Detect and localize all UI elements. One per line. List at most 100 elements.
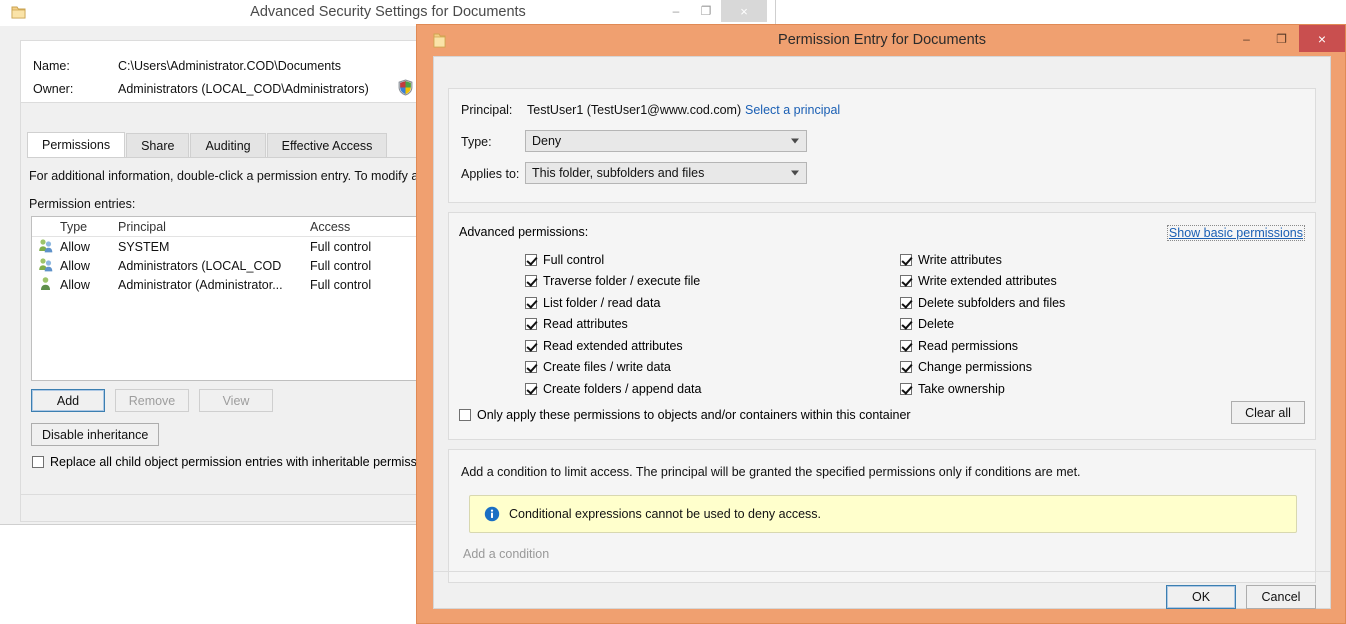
permission-label: Change permissions: [918, 360, 1032, 375]
fg-window-controls: – ❐ ×: [1229, 25, 1345, 52]
view-button: View: [199, 389, 273, 412]
cancel-button[interactable]: Cancel: [1246, 585, 1316, 609]
condition-description: Add a condition to limit access. The pri…: [461, 465, 1081, 479]
condition-warning-message: Conditional expressions cannot be used t…: [509, 507, 821, 521]
checkbox-box[interactable]: [900, 382, 912, 395]
permission-entry-window: Permission Entry for Documents – ❐ × Pri…: [416, 24, 1346, 624]
permission-read-attributes[interactable]: Read attributes: [525, 314, 701, 336]
type-label: Type:: [461, 135, 492, 149]
row-principal: Administrator (Administrator...: [118, 277, 283, 292]
conditions-section: Add a condition to limit access. The pri…: [448, 449, 1316, 583]
permission-label: Create folders / append data: [543, 381, 702, 396]
replace-checkbox-label: Replace all child object permission entr…: [50, 455, 434, 469]
bg-window-controls: – ❐ ×: [661, 0, 767, 26]
permission-traverse-folder[interactable]: Traverse folder / execute file: [525, 271, 701, 293]
permission-label: Create files / write data: [543, 360, 671, 375]
bg-title-bar[interactable]: Advanced Security Settings for Documents…: [0, 0, 775, 26]
tab-auditing[interactable]: Auditing: [190, 133, 266, 157]
fg-minimize-button[interactable]: –: [1229, 25, 1264, 52]
permission-write-extended-attributes[interactable]: Write extended attributes: [900, 271, 1065, 293]
bg-minimize-button[interactable]: –: [661, 0, 691, 22]
permission-delete[interactable]: Delete: [900, 314, 1065, 336]
permission-label: Delete: [918, 317, 955, 332]
principal-label: Principal:: [461, 103, 513, 117]
tab-share[interactable]: Share: [126, 133, 190, 157]
name-value: C:\Users\Administrator.COD\Documents: [118, 59, 341, 73]
row-principal: SYSTEM: [118, 239, 170, 254]
col-header-type: Type: [60, 219, 88, 234]
checkbox-box[interactable]: [525, 296, 537, 309]
chevron-down-icon: [791, 170, 799, 176]
principal-value: TestUser1 (TestUser1@www.cod.com): [527, 103, 742, 117]
applies-to-select-value: This folder, subfolders and files: [532, 166, 705, 180]
list-action-buttons: Add Remove View: [31, 389, 273, 412]
chevron-down-icon: [791, 138, 799, 144]
permission-read-extended-attributes[interactable]: Read extended attributes: [525, 335, 701, 357]
clear-all-button[interactable]: Clear all: [1231, 401, 1305, 424]
permission-read-permissions[interactable]: Read permissions: [900, 335, 1065, 357]
checkbox-box[interactable]: [900, 361, 912, 374]
type-select[interactable]: Deny: [525, 130, 807, 152]
permission-delete-subfolders-and-files[interactable]: Delete subfolders and files: [900, 292, 1065, 314]
checkbox-box[interactable]: [525, 361, 537, 374]
row-access: Full control: [310, 277, 372, 292]
checkbox-box[interactable]: [32, 456, 44, 468]
fg-close-button[interactable]: ×: [1299, 25, 1345, 52]
permission-label: Read permissions: [918, 338, 1019, 353]
advanced-permissions-section: Advanced permissions: Show basic permiss…: [448, 212, 1316, 440]
fg-title-bar[interactable]: Permission Entry for Documents – ❐ ×: [417, 25, 1345, 56]
permission-label: Read attributes: [543, 317, 628, 332]
checkbox-box[interactable]: [525, 339, 537, 352]
disable-inheritance-button[interactable]: Disable inheritance: [31, 423, 160, 446]
row-access: Full control: [310, 239, 372, 254]
bg-close-button[interactable]: ×: [721, 0, 767, 22]
permission-create-folders[interactable]: Create folders / append data: [525, 378, 701, 400]
checkbox-box[interactable]: [900, 275, 912, 288]
tab-permissions[interactable]: Permissions: [27, 132, 126, 157]
uac-shield-icon: [397, 79, 414, 96]
hint-text-2: Permission entries:: [29, 197, 136, 211]
row-type: Allow: [60, 239, 90, 254]
permission-list-folder[interactable]: List folder / read data: [525, 292, 701, 314]
bg-maximize-button[interactable]: ❐: [691, 0, 721, 22]
checkbox-box[interactable]: [459, 409, 471, 421]
permission-label: Full control: [543, 252, 605, 267]
col-header-principal: Principal: [118, 219, 166, 234]
checkbox-box[interactable]: [900, 296, 912, 309]
applies-to-select[interactable]: This folder, subfolders and files: [525, 162, 807, 184]
fg-maximize-button[interactable]: ❐: [1264, 25, 1299, 52]
permission-label: Traverse folder / execute file: [543, 274, 701, 289]
screen: Advanced Security Settings for Documents…: [0, 0, 1346, 624]
permission-write-attributes[interactable]: Write attributes: [900, 249, 1065, 271]
name-label: Name:: [33, 59, 70, 73]
fg-window-title: Permission Entry for Documents: [778, 32, 986, 48]
checkbox-box[interactable]: [900, 318, 912, 331]
permission-full-control[interactable]: Full control: [525, 249, 701, 271]
group-icon: [32, 257, 54, 275]
remove-button: Remove: [115, 389, 189, 412]
row-access: Full control: [310, 258, 372, 273]
owner-value: Administrators (LOCAL_COD\Administrators…: [118, 82, 369, 96]
add-condition-link[interactable]: Add a condition: [463, 547, 549, 561]
checkbox-box[interactable]: [900, 253, 912, 266]
row-type: Allow: [60, 277, 90, 292]
select-principal-link[interactable]: Select a principal: [745, 103, 840, 117]
show-basic-permissions-link[interactable]: Show basic permissions: [1166, 225, 1305, 241]
checkbox-box[interactable]: [525, 253, 537, 266]
principal-section: Principal: TestUser1 (TestUser1@www.cod.…: [448, 88, 1316, 203]
fg-footer-buttons: OK Cancel: [1166, 585, 1316, 609]
checkbox-box[interactable]: [525, 275, 537, 288]
ok-button[interactable]: OK: [1166, 585, 1236, 609]
group-icon: [32, 238, 54, 256]
permission-change-permissions[interactable]: Change permissions: [900, 357, 1065, 379]
checkbox-box[interactable]: [900, 339, 912, 352]
add-button[interactable]: Add: [31, 389, 105, 412]
permission-label: Write extended attributes: [918, 274, 1057, 289]
replace-child-permissions-checkbox[interactable]: Replace all child object permission entr…: [32, 455, 434, 469]
checkbox-box[interactable]: [525, 382, 537, 395]
only-apply-checkbox[interactable]: Only apply these permissions to objects …: [459, 408, 911, 422]
permission-take-ownership[interactable]: Take ownership: [900, 378, 1065, 400]
permission-create-files[interactable]: Create files / write data: [525, 357, 701, 379]
checkbox-box[interactable]: [525, 318, 537, 331]
tab-effective-access[interactable]: Effective Access: [266, 133, 388, 157]
